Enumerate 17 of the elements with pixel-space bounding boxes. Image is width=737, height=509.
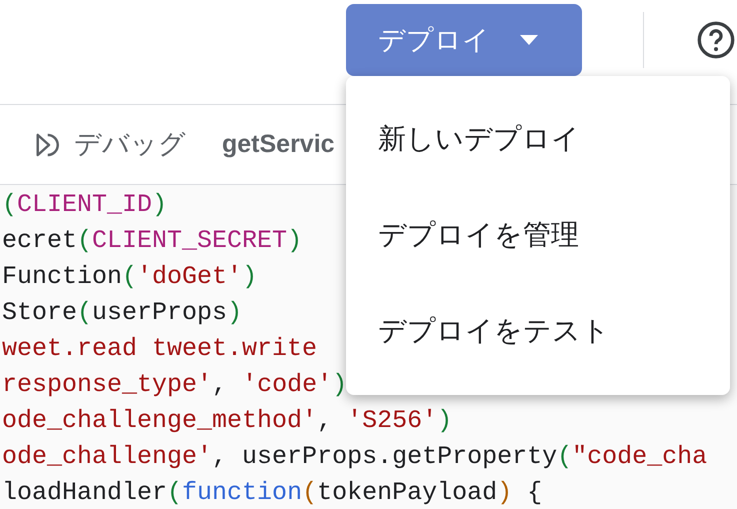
code-line: response_type', 'code') <box>2 369 348 401</box>
code-line: (CLIENT_ID) <box>2 189 168 221</box>
code-line: ode_challenge', userProps.getProperty("code_cha <box>2 441 708 473</box>
code-line: Store(userProps) <box>2 297 242 329</box>
menu-item[interactable]: 新しいデプロイ <box>346 91 730 187</box>
code-line: ecret(CLIENT_SECRET) <box>2 225 302 257</box>
help-icon[interactable] <box>696 20 736 60</box>
deploy-button[interactable]: デプロイ <box>346 4 582 76</box>
caret-icon <box>520 35 538 45</box>
code-line: Function('doGet') <box>2 261 258 293</box>
code-line: weet.read tweet.write <box>2 333 318 365</box>
menu-item[interactable]: デプロイを管理 <box>346 187 730 283</box>
function-select[interactable]: getServic <box>222 126 335 164</box>
debug-button[interactable]: デバッグ <box>34 124 186 165</box>
menu-item[interactable]: デプロイをテスト <box>346 283 730 379</box>
code-line: loadHandler(function(tokenPayload) { <box>2 477 542 509</box>
code-line: ode_challenge_method', 'S256') <box>2 405 452 437</box>
